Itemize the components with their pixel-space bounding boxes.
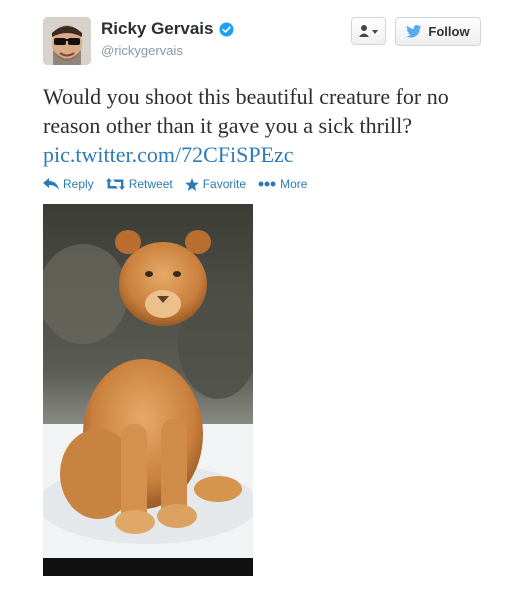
follow-button[interactable]: Follow bbox=[395, 17, 481, 46]
more-label: More bbox=[280, 177, 308, 191]
tweet-media-link[interactable]: pic.twitter.com/72CFiSPEzc bbox=[43, 140, 493, 169]
tweet-text: Would you shoot this beautiful creature … bbox=[43, 82, 493, 169]
user-dropdown-icon bbox=[358, 25, 378, 37]
user-actions-button[interactable] bbox=[351, 17, 386, 45]
lion-cub-image bbox=[43, 204, 253, 576]
reply-icon bbox=[43, 178, 59, 190]
twitter-bird-icon bbox=[406, 25, 422, 38]
tweet-body: Would you shoot this beautiful creature … bbox=[43, 84, 449, 138]
star-icon bbox=[184, 177, 199, 191]
favorite-label: Favorite bbox=[202, 177, 247, 191]
reply-button[interactable]: Reply bbox=[43, 177, 94, 191]
verified-badge-icon bbox=[219, 21, 234, 37]
retweet-icon bbox=[105, 178, 125, 190]
more-icon bbox=[258, 181, 276, 187]
more-button[interactable]: More bbox=[258, 177, 307, 191]
follow-label: Follow bbox=[428, 24, 470, 39]
avatar-image bbox=[43, 17, 91, 65]
reply-label: Reply bbox=[63, 177, 94, 191]
tweet-actions: Reply Retweet Favorite More bbox=[43, 177, 319, 191]
retweet-button[interactable]: Retweet bbox=[105, 177, 173, 191]
favorite-button[interactable]: Favorite bbox=[184, 177, 247, 191]
avatar[interactable] bbox=[43, 17, 91, 65]
user-handle[interactable]: @rickygervais bbox=[101, 43, 234, 58]
tweet-photo[interactable] bbox=[43, 204, 253, 576]
user-info: Ricky Gervais @rickygervais bbox=[101, 19, 234, 58]
user-full-name[interactable]: Ricky Gervais bbox=[101, 19, 213, 39]
retweet-label: Retweet bbox=[128, 177, 173, 191]
